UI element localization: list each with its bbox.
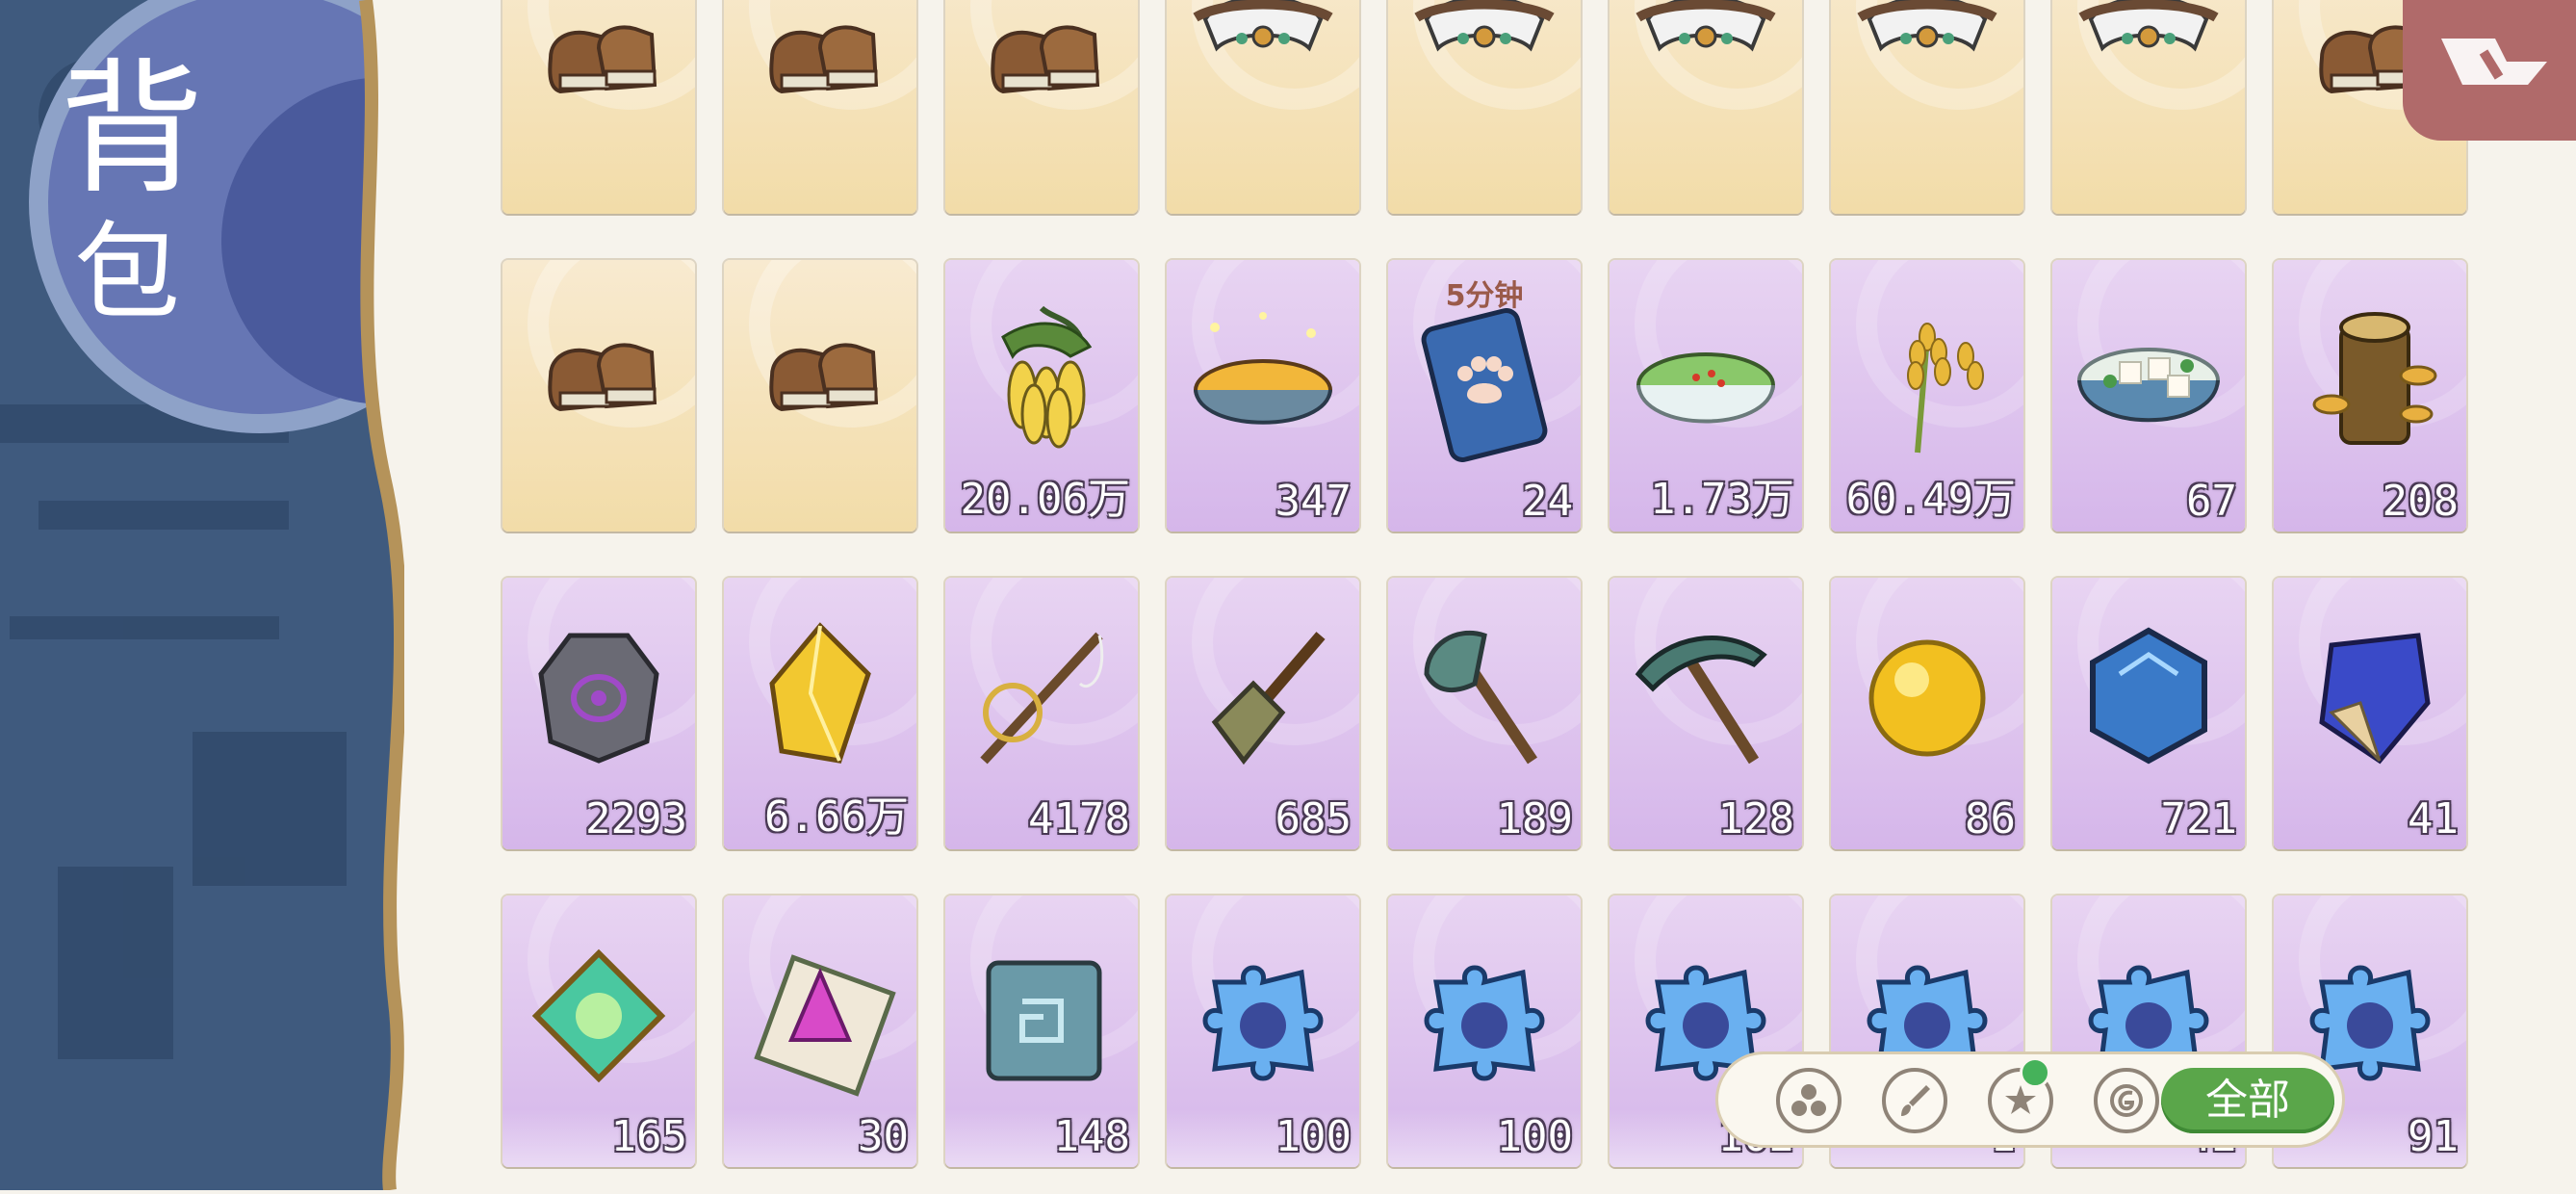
item-count: 685 <box>1275 794 1352 844</box>
leather-boots-icon <box>769 343 879 412</box>
inventory-slot[interactable] <box>945 0 1138 214</box>
inventory-slot[interactable]: 6.66万 <box>724 578 916 849</box>
shovel-icon <box>1211 632 1326 766</box>
axe-icon <box>1424 630 1537 765</box>
tofu-soup-icon <box>2077 348 2220 423</box>
item-count: 208 <box>2382 477 2459 526</box>
return-icon <box>2441 39 2547 85</box>
pickaxe-icon <box>1635 636 1767 765</box>
corn-soup-icon <box>1194 312 1332 425</box>
inventory-slot[interactable]: 2293 <box>502 578 695 849</box>
item-count: 4178 <box>1028 794 1130 844</box>
leather-boots-icon <box>991 25 1100 94</box>
fur-collar-icon <box>1414 0 1555 52</box>
item-count: 20.06万 <box>960 475 1130 524</box>
inventory-slot[interactable]: 41 <box>2274 578 2466 849</box>
coin-icon <box>2110 1084 2143 1117</box>
inventory-slot[interactable]: 86 <box>1831 578 2023 849</box>
item-count: 100 <box>1275 1112 1352 1161</box>
inventory-slot[interactable] <box>1388 0 1581 214</box>
inventory-slot[interactable] <box>1167 0 1359 214</box>
fur-collar-icon <box>2078 0 2219 52</box>
leather-boots-icon <box>548 343 657 412</box>
green-gem-tile-icon <box>531 948 666 1083</box>
stone-ore-icon <box>538 633 659 764</box>
item-count: 347 <box>1275 477 1352 526</box>
fishing-rod-icon <box>980 632 1104 765</box>
inventory-slot[interactable]: 60.49万 <box>1831 260 2023 532</box>
inventory-slot[interactable]: 148 <box>945 896 1138 1167</box>
inventory-slot[interactable] <box>1831 0 2023 214</box>
inventory-slot[interactable]: 100 <box>1167 896 1359 1167</box>
cluster-icon <box>1791 1084 1826 1116</box>
yellow-crystal-icon <box>769 622 871 764</box>
fur-collar-icon <box>1636 0 1776 52</box>
fur-collar-icon <box>1193 0 1333 52</box>
puzzle-piece-icon <box>1202 965 1324 1081</box>
paw-card-icon <box>1421 308 1548 462</box>
inventory-slot[interactable]: 189 <box>1388 578 1581 849</box>
inventory-slot[interactable]: 347 <box>1167 260 1359 532</box>
inventory-grid: 20.06万 347 5分钟 24 1.73万 60.49万 67 208 2293 6.66万 4… <box>0 0 2576 1190</box>
item-count: 721 <box>2160 794 2237 844</box>
vegetable-soup-icon <box>1636 352 1775 424</box>
item-count: 86 <box>1965 794 2016 844</box>
stone-rune-tile-icon <box>986 960 1102 1081</box>
item-count: 41 <box>2408 794 2459 844</box>
leather-boots-icon <box>548 25 657 94</box>
mushroom-log-icon <box>2312 312 2437 445</box>
inventory-slot[interactable]: 721 <box>2052 578 2245 849</box>
inventory-slot[interactable]: 208 <box>2274 260 2466 532</box>
inventory-slot[interactable]: 1.73万 <box>1610 260 1802 532</box>
puzzle-piece-icon <box>1424 965 1545 1081</box>
fur-collar-icon <box>1857 0 1997 52</box>
inventory-slot[interactable]: 685 <box>1167 578 1359 849</box>
inventory-slot[interactable]: 67 <box>2052 260 2245 532</box>
notification-dot <box>2020 1057 2050 1088</box>
inventory-slot[interactable] <box>1610 0 1802 214</box>
item-count: 189 <box>1496 794 1573 844</box>
inventory-slot[interactable] <box>724 260 916 532</box>
item-count: 2293 <box>585 794 687 844</box>
inventory-slot[interactable]: 100 <box>1388 896 1581 1167</box>
inventory-slot[interactable]: 20.06万 <box>945 260 1138 532</box>
filter-category-coin-button[interactable] <box>2094 1068 2159 1133</box>
filter-category-brush-button[interactable] <box>1882 1068 1947 1133</box>
inventory-slot[interactable] <box>502 0 695 214</box>
item-count: 1.73万 <box>1650 475 1794 524</box>
item-count: 165 <box>610 1112 687 1161</box>
filter-category-cluster-button[interactable] <box>1776 1068 1842 1133</box>
inventory-slot[interactable]: 5分钟 24 <box>1388 260 1581 532</box>
item-count: 128 <box>1717 794 1794 844</box>
item-count: 6.66万 <box>764 792 909 842</box>
banana-bunch-icon <box>1001 305 1093 449</box>
inventory-slot[interactable]: 30 <box>724 896 916 1167</box>
item-count: 30 <box>858 1112 909 1161</box>
inventory-slot[interactable] <box>502 260 695 532</box>
item-count: 67 <box>2186 477 2237 526</box>
inventory-slot[interactable] <box>2052 0 2245 214</box>
wheat-icon <box>1907 323 1984 454</box>
item-timer: 5分钟 <box>1445 279 1524 313</box>
item-count: 60.49万 <box>1845 475 2016 524</box>
inventory-slot[interactable] <box>724 0 916 214</box>
item-count: 148 <box>1053 1112 1130 1161</box>
blue-hex-gem-icon <box>2090 627 2207 765</box>
close-button[interactable] <box>2403 0 2576 141</box>
brush-icon <box>1901 1085 1930 1116</box>
inventory-slot[interactable]: 4178 <box>945 578 1138 849</box>
inventory-slot[interactable]: 165 <box>502 896 695 1167</box>
filter-all-button[interactable]: 全部 <box>2161 1068 2334 1133</box>
item-count: 100 <box>1496 1112 1573 1161</box>
blue-crystal-icon <box>2319 633 2431 765</box>
item-count: 91 <box>2408 1112 2459 1161</box>
pink-crystal-tile-icon <box>754 954 896 1097</box>
gold-orb-icon <box>1868 639 1986 757</box>
item-count: 24 <box>1522 477 1573 526</box>
inventory-slot[interactable]: 128 <box>1610 578 1802 849</box>
leather-boots-icon <box>769 25 879 94</box>
